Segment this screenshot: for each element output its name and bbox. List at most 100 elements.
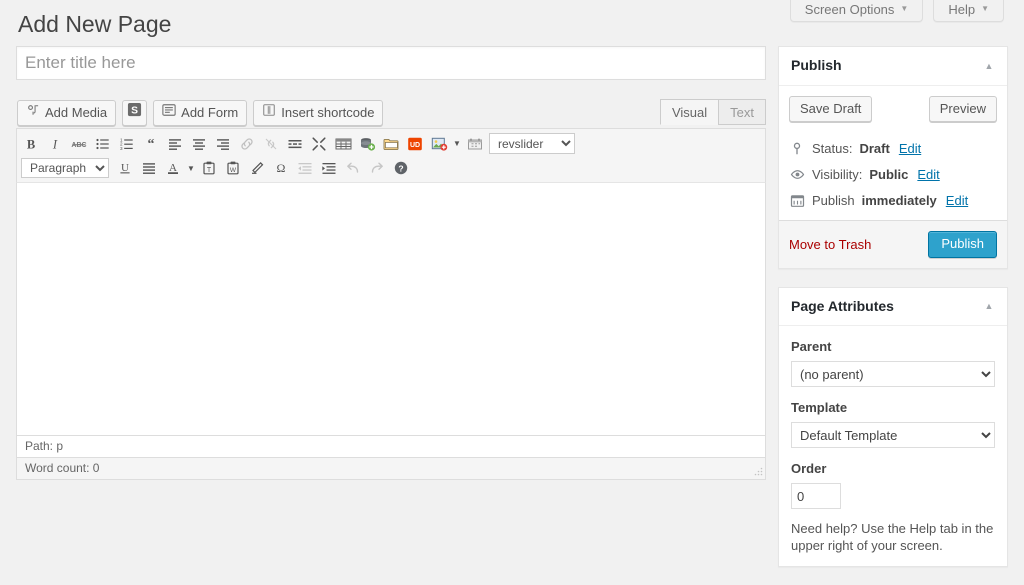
insert-link-icon[interactable]	[237, 134, 257, 154]
parent-label: Parent	[791, 339, 832, 355]
order-label: Order	[791, 461, 827, 477]
visibility-row: Visibility: Public Edit	[789, 162, 997, 188]
page-attributes-help: Need help? Use the Help tab in the upper…	[791, 521, 994, 554]
strikethrough-icon[interactable]: ABC	[69, 134, 89, 154]
justify-icon[interactable]	[139, 158, 159, 178]
chevron-up-icon[interactable]: ▲	[979, 296, 999, 316]
svg-text:Ω: Ω	[277, 161, 286, 175]
image-add-caret-icon[interactable]: ▼	[451, 134, 463, 154]
blockquote-icon[interactable]: “	[141, 134, 161, 154]
svg-text:T: T	[207, 167, 212, 174]
publish-button[interactable]: Publish	[928, 230, 997, 258]
svg-text:S: S	[131, 105, 138, 116]
italic-icon[interactable]: I	[45, 134, 65, 154]
image-add-icon[interactable]	[429, 134, 449, 154]
distraction-free-icon[interactable]	[309, 134, 329, 154]
media-icon	[26, 101, 40, 125]
add-form-button[interactable]: Add Form	[153, 99, 248, 126]
s-badge-icon: S	[127, 101, 142, 125]
pin-icon	[789, 141, 805, 157]
move-to-trash-link[interactable]: Move to Trash	[789, 237, 871, 252]
screen-options-tab[interactable]: Screen Options ▼	[789, 0, 924, 22]
parent-select[interactable]: (no parent)	[791, 361, 995, 388]
svg-text:U: U	[121, 162, 129, 174]
editor-mode-tabs: Visual Text	[659, 99, 766, 125]
editor-container: Add Media S Add Form Insert shortcode Vi…	[16, 97, 766, 480]
form-icon	[162, 101, 176, 125]
align-right-icon[interactable]	[213, 134, 233, 154]
preview-button[interactable]: Preview	[928, 95, 997, 122]
publish-box-title: Publish	[791, 57, 842, 73]
editor-resize-handle[interactable]	[752, 466, 764, 478]
visibility-edit-link[interactable]: Edit	[917, 166, 939, 184]
svg-text:UD: UD	[410, 141, 420, 148]
folder-icon[interactable]	[381, 134, 401, 154]
template-label: Template	[791, 400, 848, 416]
schedule-value: immediately	[861, 192, 937, 208]
calendar-icon[interactable]	[465, 134, 485, 154]
ud-badge-icon[interactable]: UD	[405, 134, 425, 154]
outdent-icon[interactable]	[295, 158, 315, 178]
shortcode-s-button[interactable]: S	[122, 99, 148, 126]
media-buttons-row: Add Media S Add Form Insert shortcode Vi…	[16, 97, 766, 128]
publish-footer: Move to Trash Publish	[779, 219, 1007, 268]
editor-toolbar: B I ABC 123 “ UD ▼ revslider Paragraph U…	[16, 128, 766, 182]
tab-visual[interactable]: Visual	[659, 99, 720, 125]
save-draft-button[interactable]: Save Draft	[789, 95, 873, 122]
bold-icon[interactable]: B	[21, 134, 41, 154]
tab-text[interactable]: Text	[718, 99, 766, 125]
text-color-icon[interactable]: A	[163, 158, 183, 178]
keyboard-help-icon[interactable]: ?	[391, 158, 411, 178]
editor-path: Path: p	[17, 436, 765, 458]
status-edit-link[interactable]: Edit	[899, 140, 921, 158]
special-character-icon[interactable]: Ω	[271, 158, 291, 178]
screen-meta-links: Screen Options ▼ Help ▼	[789, 0, 1004, 22]
status-label: Status:	[812, 140, 853, 156]
toolbar-row-1: B I ABC 123 “ UD ▼ revslider	[17, 129, 765, 156]
word-count-label: Word count: 0	[25, 461, 100, 475]
post-title-input[interactable]	[16, 46, 766, 80]
redo-icon[interactable]	[367, 158, 387, 178]
help-tab[interactable]: Help ▼	[933, 0, 1004, 22]
status-value: Draft	[859, 140, 890, 156]
format-select[interactable]: ParagraphHeading 1Heading 2Heading 3Head…	[21, 158, 109, 178]
svg-text:ABC: ABC	[71, 142, 86, 149]
schedule-edit-link[interactable]: Edit	[946, 192, 968, 210]
order-input[interactable]	[791, 483, 841, 510]
insert-shortcode-label: Insert shortcode	[281, 104, 375, 120]
template-select[interactable]: Default Template	[791, 422, 995, 449]
paste-from-word-icon[interactable]: W	[223, 158, 243, 178]
editor-word-count: Word count: 0	[17, 458, 765, 479]
svg-text:I: I	[52, 137, 58, 151]
publish-box-header: Publish ▲	[779, 47, 1007, 86]
editor-statusbar: Path: p Word count: 0	[16, 436, 766, 480]
add-media-button[interactable]: Add Media	[17, 99, 117, 126]
align-left-icon[interactable]	[165, 134, 185, 154]
draft-preview-row: Save Draft Preview	[789, 95, 997, 122]
revslider-select[interactable]: revslider	[489, 133, 575, 154]
database-add-icon[interactable]	[357, 134, 377, 154]
indent-icon[interactable]	[319, 158, 339, 178]
page-attributes-title: Page Attributes	[791, 297, 894, 314]
numbered-list-icon[interactable]: 123	[117, 134, 137, 154]
align-center-icon[interactable]	[189, 134, 209, 154]
add-media-label: Add Media	[45, 104, 108, 120]
undo-icon[interactable]	[343, 158, 363, 178]
unlink-icon[interactable]	[261, 134, 281, 154]
bulleted-list-icon[interactable]	[93, 134, 113, 154]
shortcode-icon	[262, 101, 276, 125]
read-more-icon[interactable]	[285, 134, 305, 154]
insert-shortcode-button[interactable]: Insert shortcode	[253, 99, 384, 126]
underline-icon[interactable]: U	[115, 158, 135, 178]
paste-as-text-icon[interactable]: T	[199, 158, 219, 178]
visibility-label: Visibility:	[812, 166, 863, 182]
page-attributes-body: Parent (no parent) Template Default Temp…	[779, 326, 1007, 566]
add-form-label: Add Form	[181, 104, 239, 120]
page-attributes-box: Page Attributes ▲ Parent (no parent) Tem…	[778, 286, 1008, 568]
text-color-caret-icon[interactable]: ▼	[185, 158, 197, 178]
editor-content-area[interactable]	[16, 182, 766, 436]
clear-formatting-icon[interactable]	[247, 158, 267, 178]
chevron-up-icon[interactable]: ▲	[979, 56, 999, 76]
chevron-down-icon: ▼	[981, 3, 989, 13]
table-icon[interactable]	[333, 134, 353, 154]
